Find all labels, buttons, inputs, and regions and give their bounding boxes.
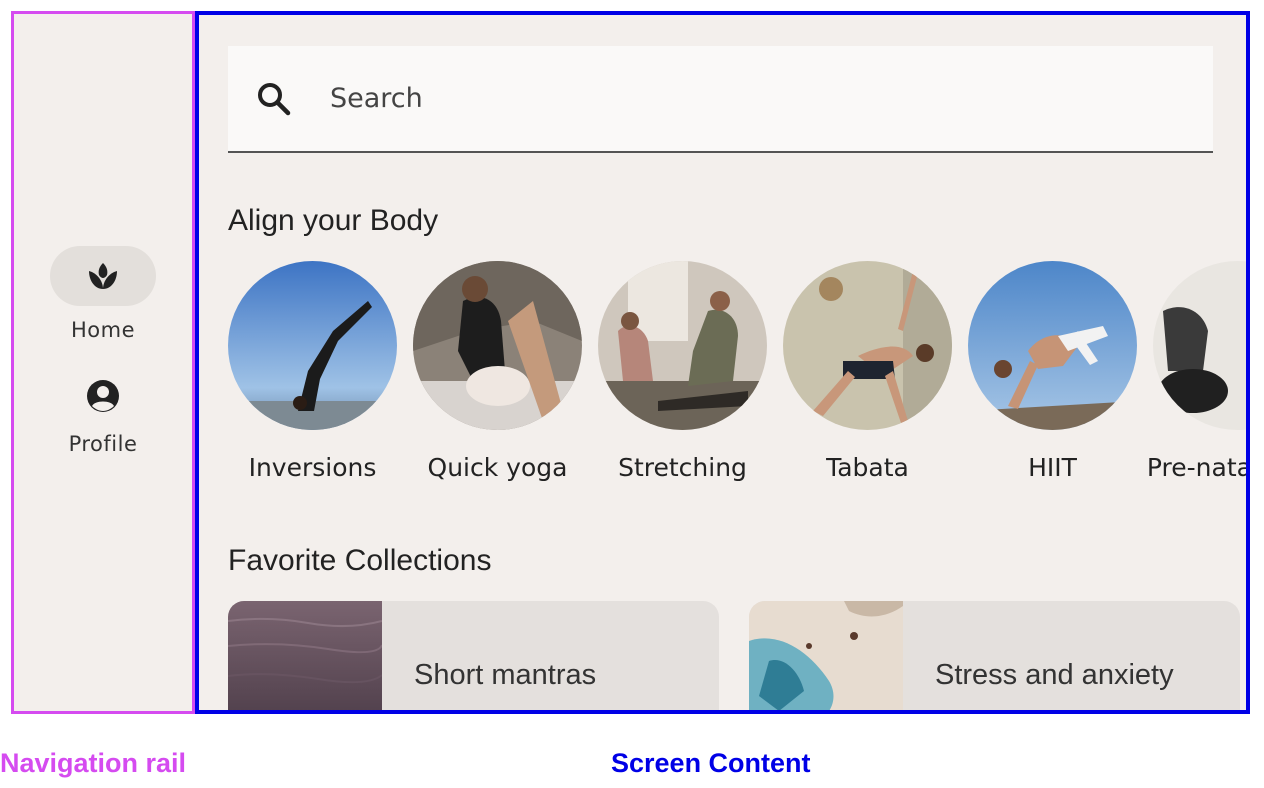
home-indicator-pill <box>50 246 156 306</box>
collection-label-short-mantras: Short mantras <box>414 659 597 691</box>
stretching-image <box>598 261 767 430</box>
circle-label-pre-natal-yoga: Pre-natal yoga <box>1146 453 1250 482</box>
profile-indicator-pill <box>50 370 156 422</box>
circle-item-inversions[interactable]: Inversions <box>228 261 397 482</box>
search-bar[interactable] <box>228 46 1213 153</box>
circle-item-tabata[interactable]: Tabata <box>783 261 952 482</box>
circle-label-stretching: Stretching <box>618 453 747 482</box>
tabata-image <box>783 261 952 430</box>
collection-card-stress-anxiety[interactable]: Stress and anxiety <box>749 601 1240 710</box>
circle-label-inversions: Inversions <box>248 453 377 482</box>
favorite-collections-row: Short mantras Stress and anxiety <box>228 601 1240 710</box>
search-input[interactable] <box>328 82 1032 115</box>
stress-anxiety-image <box>749 601 903 710</box>
short-mantras-image <box>228 601 383 710</box>
circle-item-quick-yoga[interactable]: Quick yoga <box>413 261 582 482</box>
section-title-favorite-collections: Favorite Collections <box>228 544 492 577</box>
circle-label-quick-yoga: Quick yoga <box>427 453 568 482</box>
collection-card-short-mantras[interactable]: Short mantras <box>228 601 719 710</box>
rail-item-profile[interactable]: Profile <box>14 370 192 456</box>
circle-label-hiit: HIIT <box>1028 453 1077 482</box>
screen-content-caption: Screen Content <box>611 748 811 778</box>
pre-natal-yoga-image <box>1153 261 1246 430</box>
account-circle-icon <box>87 380 119 412</box>
align-body-row: Inversions Quick yoga Stretching Tabata … <box>228 261 1246 482</box>
circle-item-pre-natal-yoga[interactable]: Pre-natal yoga <box>1147 261 1246 482</box>
circle-label-tabata: Tabata <box>826 453 909 482</box>
search-icon <box>258 82 291 115</box>
circle-item-hiit[interactable]: HIIT <box>968 261 1137 482</box>
quick-yoga-image <box>413 261 582 430</box>
circle-item-stretching[interactable]: Stretching <box>598 261 767 482</box>
screen-content: Align your Body Inversions <box>195 11 1250 714</box>
navigation-rail-caption: Navigation rail <box>0 748 187 778</box>
spa-icon <box>89 263 117 289</box>
navigation-rail: Home Profile <box>11 11 195 714</box>
rail-label-home: Home <box>70 318 135 342</box>
inversions-image <box>228 261 397 430</box>
collection-label-stress-anxiety: Stress and anxiety <box>935 659 1174 691</box>
rail-item-home[interactable]: Home <box>14 246 192 342</box>
hiit-image <box>968 261 1137 430</box>
rail-label-profile: Profile <box>68 432 138 456</box>
section-title-align-body: Align your Body <box>228 204 439 237</box>
